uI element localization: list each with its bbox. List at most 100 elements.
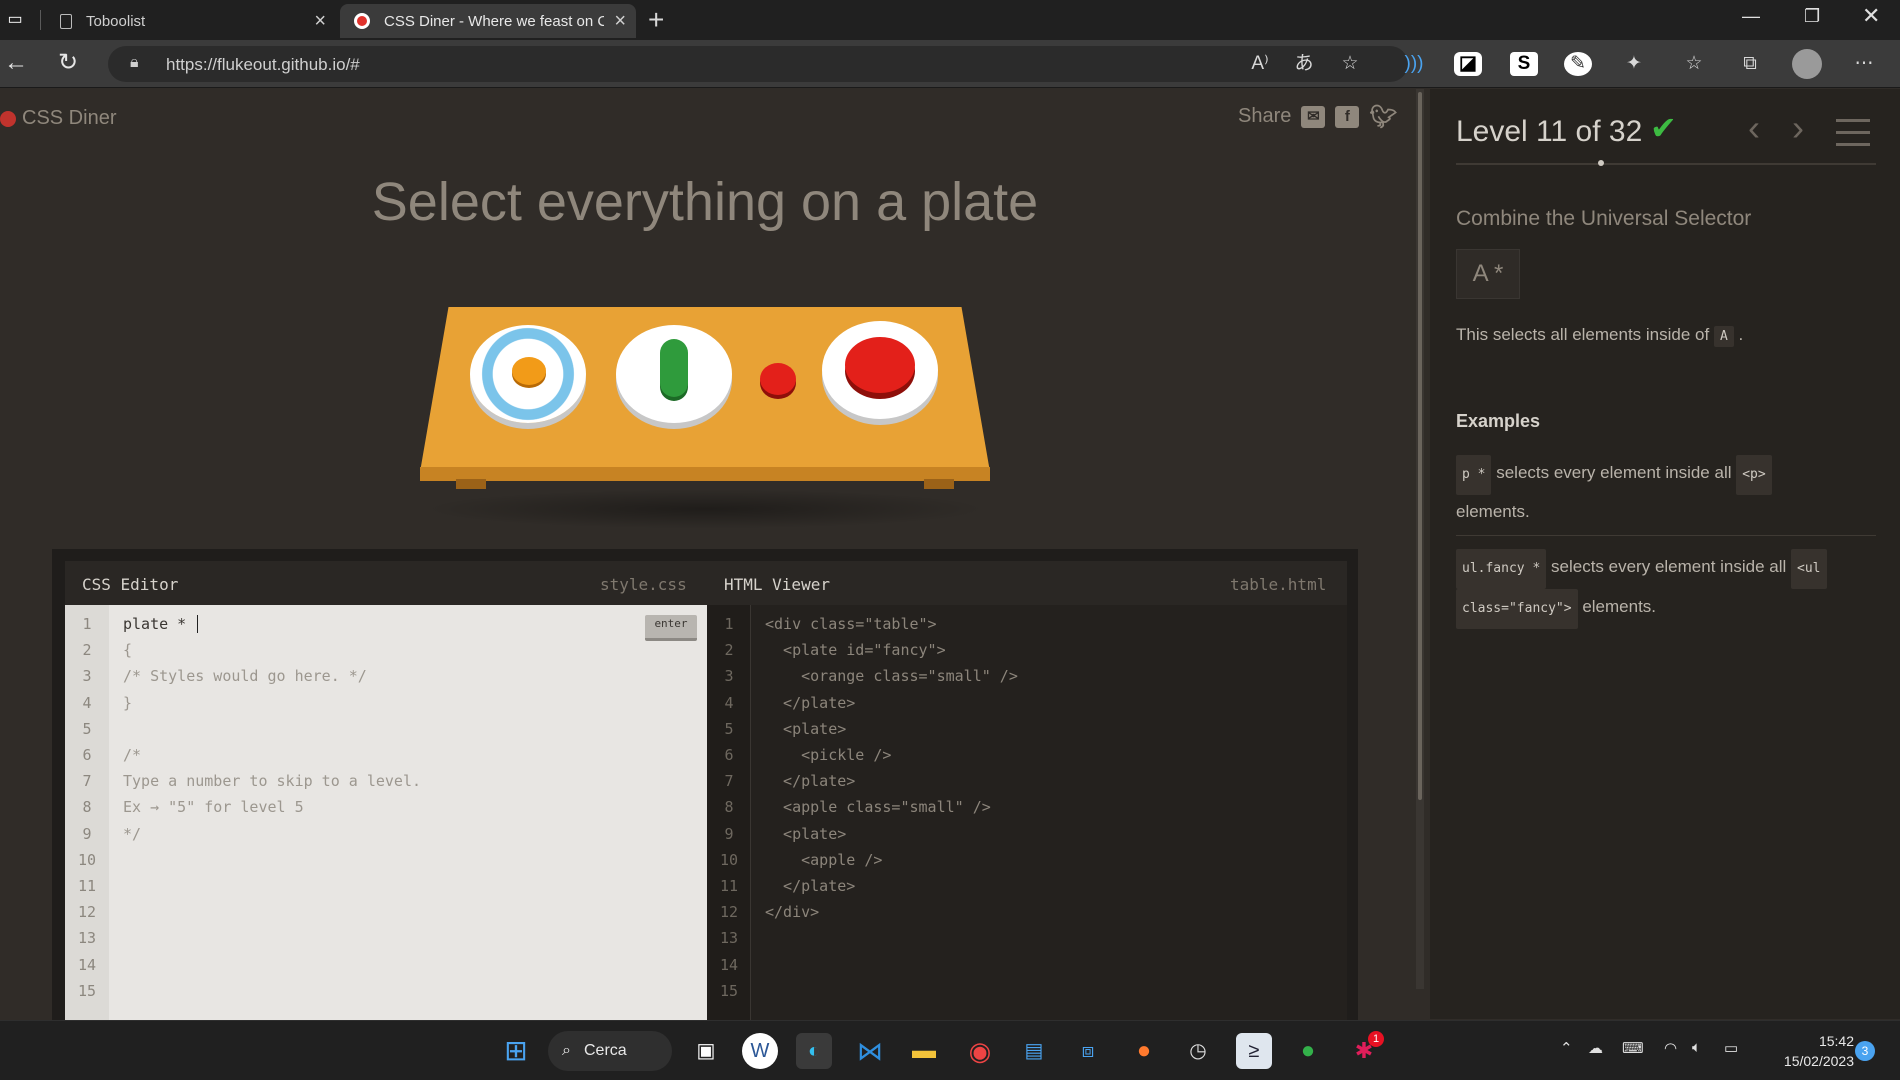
profile-avatar[interactable] <box>1792 49 1822 79</box>
app-edge-icon[interactable]: ◐ <box>796 1033 832 1069</box>
pickle[interactable] <box>660 339 688 397</box>
favorites-icon[interactable]: ☆ <box>1680 52 1708 76</box>
level-menu-icon[interactable] <box>1836 119 1870 155</box>
editor-panel: CSS Editor style.css HTML Viewer table.h… <box>52 549 1358 1024</box>
app-evernote-icon[interactable]: ● <box>1290 1033 1326 1069</box>
facebook-icon[interactable]: f <box>1335 105 1360 128</box>
previous-level-button[interactable]: ‹ <box>1748 107 1760 149</box>
level-indicator: Level 11 of 32 <box>1456 115 1643 148</box>
brand-logo[interactable]: CSS Diner <box>0 107 116 130</box>
volume-icon[interactable]: 🔈︎ <box>1692 1039 1701 1056</box>
app-chrome-icon[interactable]: ◉ <box>962 1033 998 1069</box>
app-file-explorer-icon[interactable]: ▬ <box>906 1033 942 1069</box>
tab-actions-icon[interactable]: ▭ <box>0 2 30 38</box>
line-number: 1 <box>82 615 92 633</box>
tab-separator <box>40 10 41 30</box>
code-line: </div> <box>765 903 820 922</box>
apple[interactable] <box>845 337 915 393</box>
close-icon[interactable]: × <box>614 11 626 31</box>
windows-start-icon[interactable]: ⊞ <box>498 1033 534 1069</box>
extensions-icon[interactable]: ✦ <box>1620 52 1648 76</box>
orange-small[interactable] <box>512 357 546 385</box>
example-tag: <p> <box>1736 455 1772 495</box>
tray-chevron-icon[interactable]: ⌃ <box>1560 1039 1573 1057</box>
search-icon: ⌕ <box>562 1042 571 1059</box>
wifi-icon[interactable]: ◠ <box>1664 1039 1677 1057</box>
tab-bar: ▭ Toboolist × CSS Diner - Where we feast… <box>0 0 1900 40</box>
line-number: 1 <box>724 615 734 633</box>
tab-css-diner[interactable]: CSS Diner - Where we feast on C × <box>340 4 636 38</box>
refresh-button[interactable]: ↻ <box>58 50 78 76</box>
voice-icon[interactable]: ))) <box>1400 52 1428 76</box>
html-viewer-pane[interactable]: 1 2 3 4 5 6 7 8 9 10 11 12 13 14 15 <div class="table"… <box>707 605 1347 1024</box>
extension-s-icon[interactable]: S <box>1510 52 1538 76</box>
line-number: 10 <box>77 850 97 869</box>
html-line-gutter: 1 2 3 4 5 6 7 8 9 10 11 12 13 14 15 <box>707 605 751 1024</box>
taskbar-clock[interactable]: 15:42 15/02/2023 <box>1764 1031 1854 1071</box>
twitter-icon[interactable]: 🐦︎ <box>1369 105 1397 128</box>
level-progress-marker <box>1598 160 1604 166</box>
favorite-add-icon[interactable]: ☆ <box>1336 52 1364 76</box>
taskbar-search[interactable]: ⌕ Cerca <box>548 1031 672 1071</box>
onedrive-icon[interactable]: ☁ <box>1588 1039 1603 1057</box>
notification-badge[interactable]: 3 <box>1855 1041 1875 1061</box>
app-notes-icon[interactable]: ▤ <box>1016 1033 1052 1069</box>
line-number: 12 <box>719 903 739 922</box>
new-tab-button[interactable]: + <box>648 3 664 37</box>
level-sidebar: Level 11 of 32 ✔ ‹ › Combine the Univers… <box>1430 89 1900 1019</box>
next-level-button[interactable]: › <box>1792 107 1804 149</box>
table-scene <box>420 307 990 529</box>
hint-tag: A <box>1713 326 1734 347</box>
url-text: https://flukeout.github.io/# <box>166 55 360 74</box>
search-label: Cerca <box>584 1042 627 1059</box>
example-tag: <ul <box>1791 549 1827 589</box>
app-clock-icon[interactable]: ◷ <box>1180 1033 1216 1069</box>
line-number: 10 <box>719 850 739 869</box>
table-front <box>420 467 990 481</box>
enter-button[interactable]: enter <box>645 615 697 641</box>
close-icon[interactable]: × <box>314 11 326 31</box>
hint-text: This selects all elements inside of <box>1456 325 1710 344</box>
extension-notion-icon[interactable]: ◪ <box>1454 52 1482 76</box>
app-vscode-icon[interactable]: ⋈ <box>852 1033 888 1069</box>
keyboard-icon[interactable]: ⌨ <box>1622 1039 1644 1057</box>
hint-suffix: . <box>1738 325 1744 344</box>
selector-name: Combine the Universal Selector <box>1456 207 1752 230</box>
battery-icon[interactable]: ▭ <box>1724 1039 1738 1057</box>
url-field[interactable]: 🔒︎ https://flukeout.github.io/# A⁾ あ ☆ <box>108 46 1408 82</box>
code-line: <plate> <box>765 824 847 843</box>
app-terminal-icon[interactable]: ≥ <box>1236 1033 1272 1069</box>
html-file-name: table.html <box>1230 575 1327 594</box>
code-line: plate * ​ <box>123 615 199 633</box>
code-line: { <box>123 641 133 660</box>
example-text: elements. <box>1582 597 1657 616</box>
page-scrollbar-thumb[interactable] <box>1418 92 1422 800</box>
css-line-gutter: 1 2 3 4 5 6 7 8 9 10 11 12 13 14 15 <box>65 605 109 1024</box>
collections-icon[interactable]: ⧉ <box>1736 52 1764 76</box>
read-aloud-icon[interactable]: A⁾ <box>1246 52 1274 76</box>
line-number: 3 <box>82 667 92 686</box>
task-view-icon[interactable]: ▣ <box>688 1033 724 1069</box>
app-firefox-icon[interactable]: ● <box>1126 1033 1162 1069</box>
line-number: 5 <box>82 719 92 738</box>
more-menu-icon[interactable]: ⋯ <box>1850 52 1878 76</box>
code-line: } <box>123 693 133 712</box>
example-text: elements. <box>1456 502 1530 521</box>
extension-eyedropper-icon[interactable]: ✎ <box>1564 52 1592 76</box>
restore-button[interactable]: ❐ <box>1804 6 1820 27</box>
translate-icon[interactable]: あ <box>1290 52 1318 76</box>
tab-toboolist[interactable]: Toboolist × <box>46 4 336 38</box>
example-tag: p * <box>1456 455 1492 495</box>
back-button[interactable]: ← <box>4 50 28 76</box>
mail-icon[interactable]: ✉ <box>1301 105 1326 128</box>
minimize-button[interactable]: — <box>1742 6 1760 27</box>
css-editor-pane[interactable]: 123456789101112131415 plate * ​{/* Style… <box>65 605 707 1024</box>
app-word-icon[interactable]: W <box>742 1033 778 1069</box>
code-line: <plate> <box>765 719 847 738</box>
line-number: 11 <box>719 877 739 895</box>
close-window-button[interactable]: ✕ <box>1862 3 1880 29</box>
tab-label: CSS Diner - Where we feast on C <box>384 12 604 30</box>
apple-small[interactable] <box>760 363 796 395</box>
example-text: selects every element inside all <box>1551 557 1787 576</box>
app-remote-icon[interactable]: ⧈ <box>1070 1033 1106 1069</box>
